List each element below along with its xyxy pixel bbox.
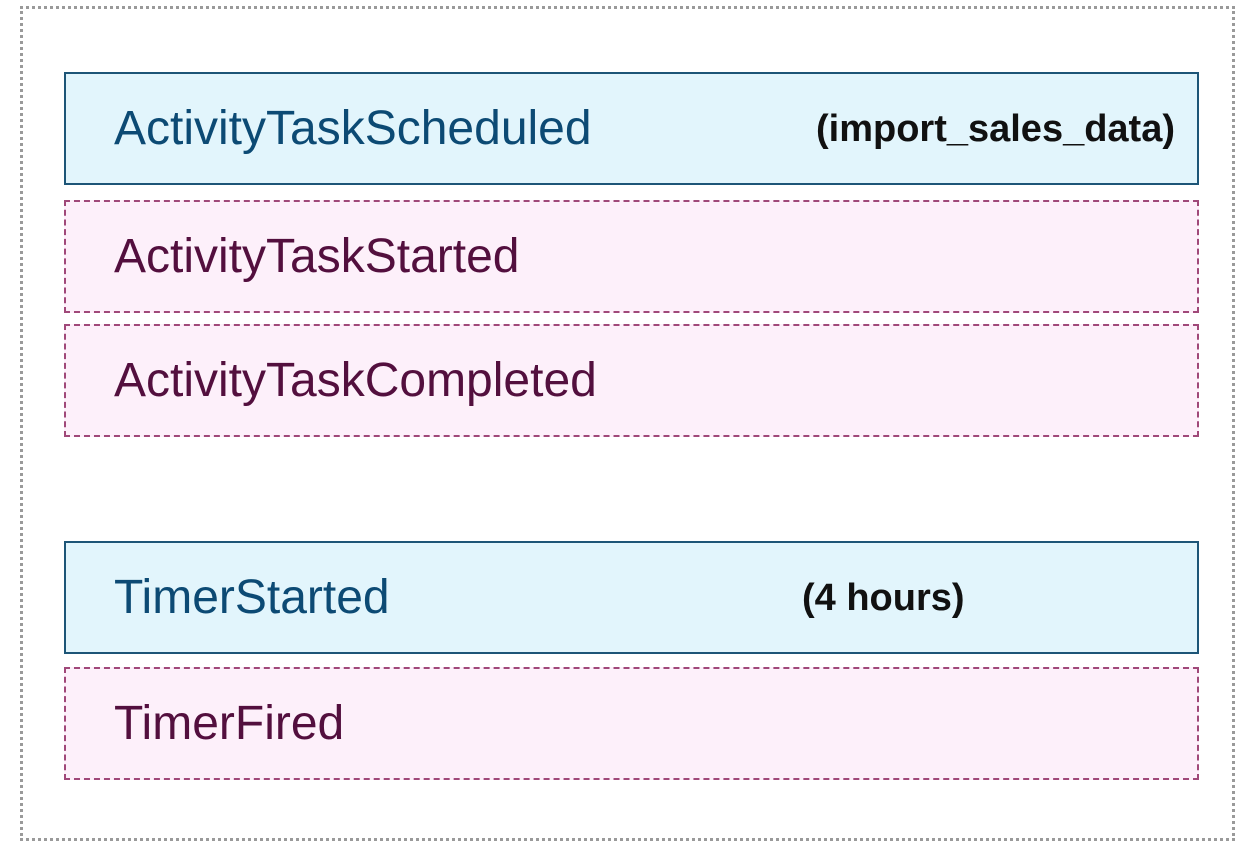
- activity-task-scheduled-label: ActivityTaskScheduled: [114, 101, 592, 155]
- timer-started-label: TimerStarted: [114, 570, 390, 624]
- activity-task-scheduled-row: ActivityTaskScheduled (import_sales_data…: [64, 72, 1199, 185]
- activity-task-completed-label: ActivityTaskCompleted: [114, 353, 597, 407]
- activity-task-completed-row: ActivityTaskCompleted: [64, 324, 1199, 437]
- timer-duration-param: (4 hours): [802, 576, 965, 619]
- activity-task-started-row: ActivityTaskStarted: [64, 200, 1199, 313]
- timer-fired-row: TimerFired: [64, 667, 1199, 780]
- activity-task-started-label: ActivityTaskStarted: [114, 229, 520, 283]
- timer-fired-label: TimerFired: [114, 696, 345, 750]
- activity-name-param: (import_sales_data): [815, 107, 1175, 150]
- timer-started-row: TimerStarted (4 hours): [64, 541, 1199, 654]
